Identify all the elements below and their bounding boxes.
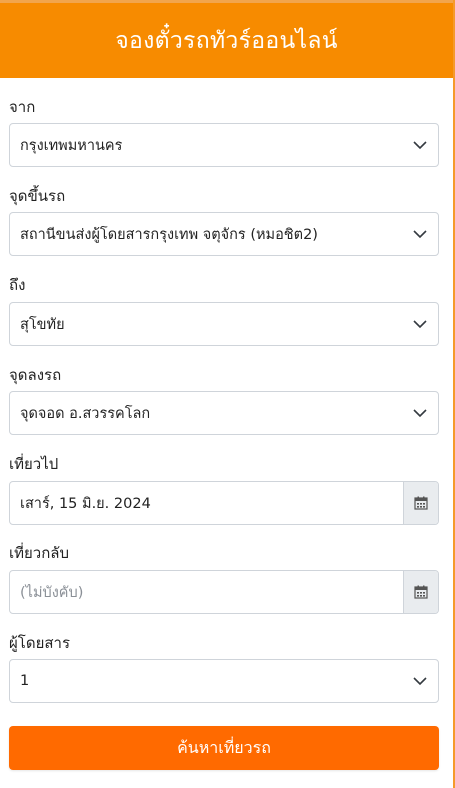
origin-label: จาก (9, 98, 36, 116)
destination-value: สุโขทัย (20, 316, 65, 333)
dropoff-select[interactable]: จุดจอด อ.สวรรคโลก (9, 391, 439, 435)
chevron-down-icon (402, 123, 438, 167)
passengers-select[interactable]: 1 (9, 659, 439, 703)
dropoff-label: จุดลงรถ (9, 366, 62, 384)
passengers-value: 1 (20, 673, 30, 689)
origin-select[interactable]: กรุงเทพมหานคร (9, 123, 439, 167)
pickup-select[interactable]: สถานีขนส่งผู้โดยสารกรุงเทพ จตุจักร (หมอช… (9, 212, 439, 256)
depart-date-field[interactable]: เสาร์, 15 มิ.ย. 2024 (9, 481, 439, 525)
depart-date-value[interactable]: เสาร์, 15 มิ.ย. 2024 (10, 482, 403, 524)
origin-value: กรุงเทพมหานคร (20, 137, 123, 154)
chevron-down-icon (402, 302, 438, 346)
destination-label: ถึง (9, 276, 26, 294)
calendar-icon[interactable] (403, 571, 438, 613)
return-date-label: เที่ยวกลับ (9, 544, 70, 562)
pickup-label: จุดขึ้นรถ (9, 187, 66, 205)
destination-select[interactable]: สุโขทัย (9, 302, 439, 346)
dropoff-value: จุดจอด อ.สวรรคโลก (20, 405, 151, 422)
booking-card: จองตั๋วรถทัวร์ออนไลน์ จาก กรุงเทพมหานคร … (0, 0, 455, 788)
page-title: จองตั๋วรถทัวร์ออนไลน์ (115, 27, 338, 54)
passengers-label: ผู้โดยสาร (9, 634, 71, 652)
return-date-placeholder[interactable]: (ไม่บังคับ) (10, 571, 403, 613)
pickup-value: สถานีขนส่งผู้โดยสารกรุงเทพ จตุจักร (หมอช… (20, 226, 318, 243)
depart-date-label: เที่ยวไป (9, 455, 59, 473)
return-date-field[interactable]: (ไม่บังคับ) (9, 570, 439, 614)
header-bar: จองตั๋วรถทัวร์ออนไลน์ (0, 0, 453, 78)
chevron-down-icon (402, 212, 438, 256)
chevron-down-icon (402, 391, 438, 435)
calendar-icon[interactable] (403, 482, 438, 524)
chevron-down-icon (402, 659, 438, 703)
search-trips-button[interactable]: ค้นหาเที่ยวรถ (9, 726, 439, 770)
